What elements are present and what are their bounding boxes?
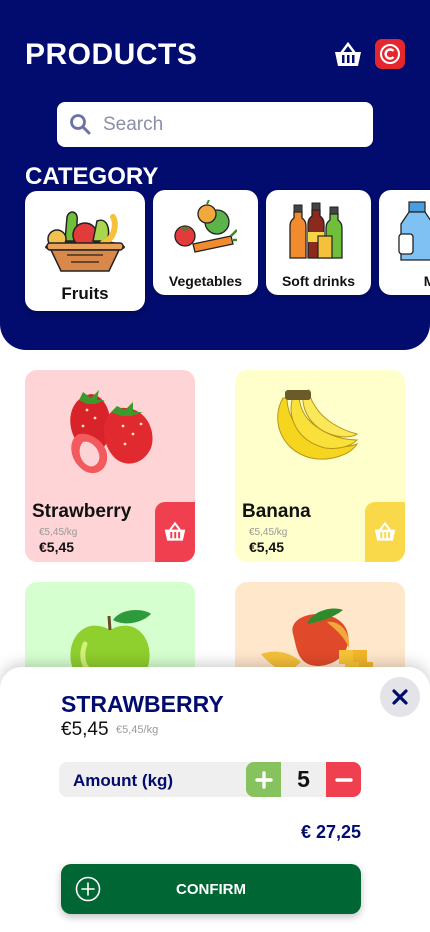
product-card-banana[interactable]: Banana €5,45/kg €5,45: [235, 370, 405, 562]
product-price: €5,45: [249, 539, 285, 555]
sheet-unit-price: €5,45/kg: [116, 724, 159, 736]
add-to-cart-button[interactable]: [155, 502, 195, 562]
strawberry-image: [70, 390, 153, 474]
quantity-value[interactable]: 5: [281, 762, 326, 797]
category-soft-drinks[interactable]: Soft drinks: [266, 190, 371, 295]
total-price: € 27,25: [300, 822, 361, 842]
soft-drinks-icon: [289, 202, 343, 259]
category-milk[interactable]: Mi: [379, 190, 430, 295]
close-icon: [392, 689, 408, 705]
product-unit-price: €5,45/kg: [249, 527, 288, 538]
category-vegetables[interactable]: Vegetables: [153, 190, 258, 295]
plus-icon: [254, 770, 273, 789]
category-scroller[interactable]: Fruits Vegetables Soft drinks M: [0, 0, 430, 350]
product-card-strawberry[interactable]: Strawberry €5,45/kg €5,45: [25, 370, 195, 562]
category-label: Mi: [423, 273, 430, 289]
category-fruits[interactable]: Fruits: [25, 191, 145, 311]
amount-stepper: Amount (kg) 5: [59, 762, 361, 797]
fruit-basket-icon: [45, 211, 125, 272]
product-price: €5,45: [39, 539, 75, 555]
sheet-product-price: €5,45: [61, 719, 109, 740]
minus-icon: [334, 777, 353, 782]
vegetables-icon: [174, 200, 237, 253]
banana-image: [277, 389, 359, 460]
basket-icon: [164, 521, 186, 541]
products-screen: PRODUCTS CATEGORY: [0, 0, 430, 932]
close-button[interactable]: [380, 677, 420, 717]
sheet-product-title: STRAWBERRY: [61, 691, 224, 717]
confirm-label: CONFIRM: [176, 881, 246, 898]
category-label: Fruits: [61, 284, 109, 303]
confirm-button[interactable]: CONFIRM: [61, 864, 361, 914]
product-name: Banana: [242, 501, 311, 522]
basket-icon: [374, 521, 396, 541]
product-detail-sheet: STRAWBERRY €5,45 €5,45/kg Amount (kg) 5 …: [0, 667, 430, 932]
product-unit-price: €5,45/kg: [39, 527, 78, 538]
milk-icon: [398, 201, 430, 261]
increase-button[interactable]: [246, 762, 281, 797]
product-name: Strawberry: [32, 501, 132, 522]
category-label: Soft drinks: [281, 273, 356, 289]
category-label: Vegetables: [168, 273, 243, 289]
add-to-cart-button[interactable]: [365, 502, 405, 562]
amount-label: Amount (kg): [73, 771, 174, 790]
decrease-button[interactable]: [326, 762, 361, 797]
header: PRODUCTS CATEGORY: [0, 0, 430, 350]
